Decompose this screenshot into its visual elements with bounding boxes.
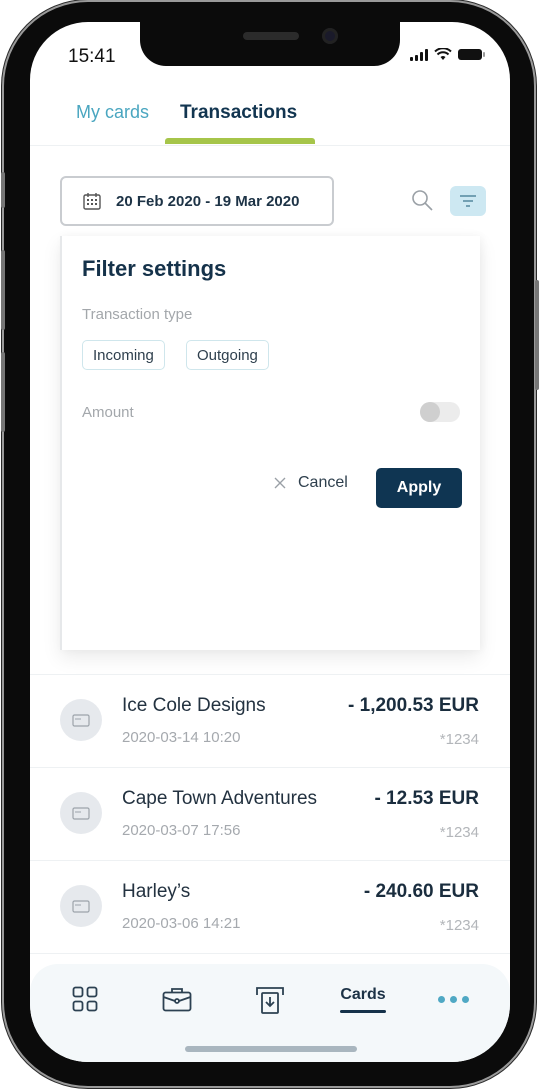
merchant-name: Cape Town Adventures <box>122 788 318 809</box>
transaction-date: 2020-03-06 14:21 <box>122 915 241 932</box>
app-screen: 15:41 My cards Transactions 20 Feb 2020 … <box>30 22 510 1062</box>
popup-title: Filter settings <box>82 256 227 281</box>
toggle-knob <box>420 402 440 422</box>
active-tab-indicator <box>165 138 315 144</box>
card-avatar <box>60 699 102 741</box>
battery-icon <box>458 49 485 60</box>
card-avatar <box>60 885 102 927</box>
tab-bar: My cards Transactions <box>30 92 510 146</box>
date-range-picker[interactable]: 20 Feb 2020 - 19 Mar 2020 <box>60 176 334 226</box>
transaction-row[interactable]: Cape Town Adventures 2020-03-07 17:56 - … <box>30 768 510 861</box>
more-dots-icon <box>438 996 469 1003</box>
amount-toggle[interactable] <box>420 402 460 422</box>
atm-withdraw-icon <box>256 987 284 1014</box>
transaction-date: 2020-03-14 10:20 <box>122 729 241 746</box>
search-icon <box>412 190 433 211</box>
volume-up-button <box>1 250 5 330</box>
chip-outgoing[interactable]: Outgoing <box>186 340 269 370</box>
briefcase-icon <box>162 988 192 1012</box>
card-number: *1234 <box>439 731 479 748</box>
nav-cards-label: Cards <box>340 986 386 1003</box>
nav-portfolio[interactable] <box>162 986 192 1012</box>
nav-cards[interactable]: Cards <box>340 986 386 1013</box>
nav-withdraw[interactable] <box>254 986 286 1014</box>
home-indicator[interactable] <box>185 1046 357 1052</box>
close-icon <box>274 477 286 489</box>
status-time: 15:41 <box>68 46 116 67</box>
transaction-amount: - 1,200.53 EUR <box>348 695 479 716</box>
date-range-text: 20 Feb 2020 - 19 Mar 2020 <box>116 192 300 210</box>
front-camera <box>322 28 338 44</box>
mute-switch <box>1 172 5 208</box>
volume-down-button <box>1 352 5 432</box>
apply-button[interactable]: Apply <box>376 468 462 508</box>
filter-button[interactable] <box>450 186 486 216</box>
transaction-row[interactable]: Harley’s 2020-03-06 14:21 - 240.60 EUR *… <box>30 861 510 954</box>
power-button <box>535 280 539 390</box>
active-nav-indicator <box>340 1010 386 1013</box>
credit-card-icon <box>72 713 90 727</box>
nav-more[interactable] <box>438 986 469 1003</box>
card-number: *1234 <box>439 917 479 934</box>
filter-icon <box>460 195 476 207</box>
merchant-name: Harley’s <box>122 881 191 902</box>
nav-dashboard[interactable] <box>72 986 98 1012</box>
wifi-icon <box>434 48 452 60</box>
calendar-icon <box>83 193 101 210</box>
amount-label: Amount <box>82 404 134 421</box>
transaction-type-label: Transaction type <box>82 306 193 323</box>
card-number: *1234 <box>439 824 479 841</box>
notch <box>140 22 400 66</box>
transaction-amount: - 240.60 EUR <box>363 881 479 902</box>
card-avatar <box>60 792 102 834</box>
tab-transactions[interactable]: Transactions <box>180 102 297 124</box>
tab-my-cards[interactable]: My cards <box>76 102 149 123</box>
cellular-signal-icon <box>410 48 428 61</box>
status-icons <box>410 48 485 61</box>
credit-card-icon <box>72 899 90 913</box>
filter-settings-popup: Filter settings Transaction type Incomin… <box>60 236 480 650</box>
credit-card-icon <box>72 806 90 820</box>
chip-incoming[interactable]: Incoming <box>82 340 165 370</box>
transaction-date: 2020-03-07 17:56 <box>122 822 241 839</box>
cancel-label: Cancel <box>298 474 348 491</box>
merchant-name: Ice Cole Designs <box>122 695 266 716</box>
transaction-row[interactable]: Ice Cole Designs 2020-03-14 10:20 - 1,20… <box>30 675 510 768</box>
speaker <box>243 32 299 40</box>
cancel-button[interactable]: Cancel <box>274 474 348 492</box>
search-button[interactable] <box>410 188 434 212</box>
transaction-amount: - 12.53 EUR <box>374 788 479 809</box>
dashboard-grid-icon <box>72 986 98 1012</box>
